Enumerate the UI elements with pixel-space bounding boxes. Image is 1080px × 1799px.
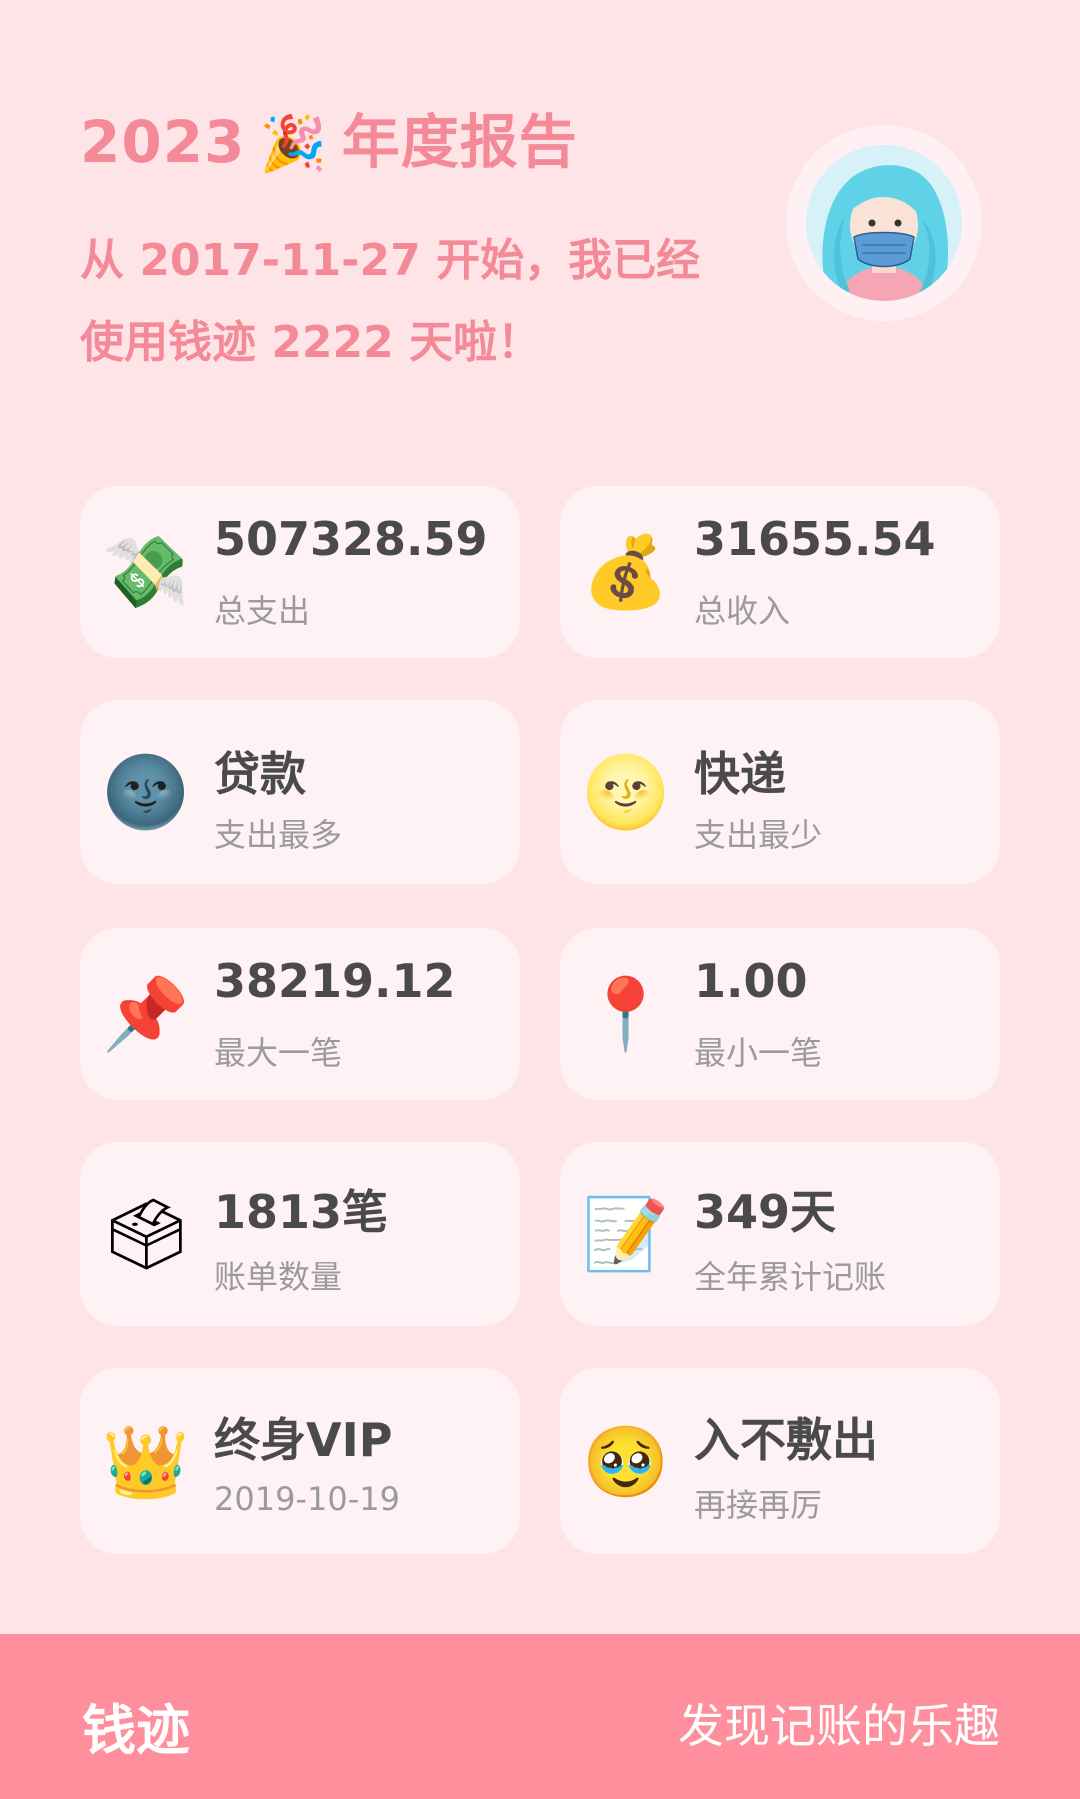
stat-value: 507328.59 [214,512,488,566]
stat-value: 终身VIP [214,1413,393,1467]
masked-girl-avatar-icon [806,145,962,301]
stat-value: 入不敷出 [694,1413,878,1467]
stat-label: 支出最多 [214,816,343,854]
stat-value: 31655.54 [694,512,936,566]
pushpin-icon: 📌 [102,973,190,1055]
stat-label: 总支出 [214,592,311,630]
stat-card-vip[interactable]: 👑 终身VIP 2019-10-19 [80,1368,520,1554]
avatar[interactable] [786,125,982,321]
round-pushpin-icon: 📍 [582,973,670,1055]
money-with-wings-icon: 💸 [102,531,190,613]
money-bag-icon: 💰 [582,531,670,613]
stat-label: 2019-10-19 [214,1480,400,1518]
report-title-text: 年度报告 [341,108,578,176]
memo-icon: 📝 [582,1193,670,1275]
stat-card-total-income[interactable]: 💰 31655.54 总收入 [560,486,1000,658]
stat-label: 再接再厉 [694,1486,823,1524]
party-popper-icon: 🎉 [259,112,328,175]
full-moon-face-icon: 🌝 [582,751,670,833]
stat-value: 1813笔 [214,1185,389,1239]
stat-label: 支出最少 [694,816,823,854]
new-moon-face-icon: 🌚 [102,751,190,833]
stat-card-most-expense[interactable]: 🌚 贷款 支出最多 [80,700,520,884]
stat-value: 1.00 [694,954,808,1008]
stat-card-total-expense[interactable]: 💸 507328.59 总支出 [80,486,520,658]
app-brand: 钱迹 [82,1699,190,1762]
app-slogan: 发现记账的乐趣 [678,1699,1000,1753]
ballot-box-icon: 🗳 [102,1193,191,1275]
stat-label: 最大一笔 [214,1034,343,1072]
avatar-image [806,145,962,301]
stat-card-largest-entry[interactable]: 📌 38219.12 最大一笔 [80,928,520,1100]
stat-value: 快递 [694,747,786,801]
footer-bar: 钱迹 发现记账的乐趣 [0,1634,1080,1799]
report-year: 2023 [80,108,246,176]
crown-icon: 👑 [102,1421,190,1503]
stat-card-record-days[interactable]: 📝 349天 全年累计记账 [560,1142,1000,1326]
stat-value: 38219.12 [214,954,456,1008]
stat-card-least-expense[interactable]: 🌝 快递 支出最少 [560,700,1000,884]
pleading-face-icon: 🥹 [582,1421,670,1503]
stat-label: 总收入 [694,592,791,630]
stat-card-balance-status[interactable]: 🥹 入不敷出 再接再厉 [560,1368,1000,1554]
stat-value: 349天 [694,1185,837,1239]
report-title: 2023 🎉 年度报告 [80,95,578,179]
usage-summary: 从 2017-11-27 开始，我已经使用钱迹 2222 天啦！ [80,235,701,368]
stat-label: 最小一笔 [694,1034,823,1072]
stat-value: 贷款 [214,747,306,801]
stat-label: 全年累计记账 [694,1258,887,1296]
stat-label: 账单数量 [214,1258,343,1296]
stat-card-bill-count[interactable]: 🗳 1813笔 账单数量 [80,1142,520,1326]
stat-card-smallest-entry[interactable]: 📍 1.00 最小一笔 [560,928,1000,1100]
